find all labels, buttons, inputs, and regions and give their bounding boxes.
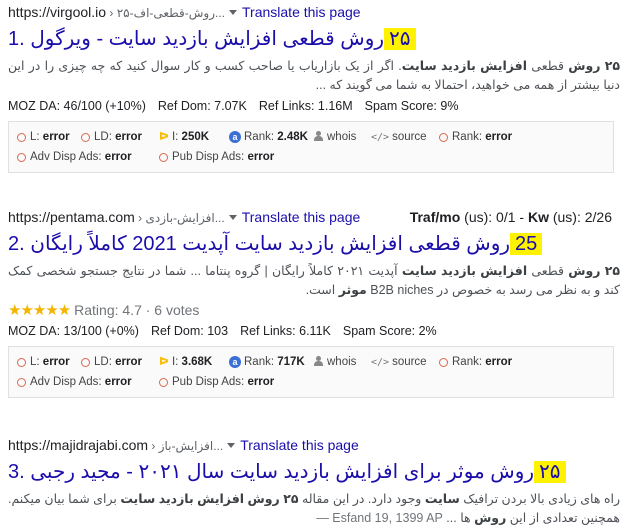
whois-link[interactable]: whois [314, 352, 356, 372]
result-url[interactable]: https://majidrajabi.com [8, 437, 148, 453]
result-title-text[interactable]: ۲۵روش موثر برای افزایش بازدید سایت سال ۲… [30, 461, 566, 483]
result-title-label: روش موثر برای افزایش بازدید سایت سال ۲۰۲… [30, 461, 535, 483]
alexa-icon: a [229, 131, 241, 143]
circle-icon [439, 133, 448, 142]
bing-icon: ᐅ [159, 356, 169, 368]
result-title-label: روش قطعی افزایش بازدید سایت آپدیت 2021 ک… [30, 233, 511, 255]
metric-ld[interactable]: LD: error [81, 127, 142, 147]
metric-index[interactable]: ᐅ I: 3.68K [159, 352, 212, 372]
metric-ld[interactable]: LD: error [81, 352, 142, 372]
result-breadcrumb: › افزایش-باز... [148, 439, 224, 453]
circle-icon [17, 358, 26, 367]
result-title-text[interactable]: ۲۵روش قطعی افزایش بازدید سایت - ویرگول [30, 28, 416, 50]
moz-ref-links: Ref Links: 1.16M [258, 99, 353, 113]
result-breadcrumb: › افزایش-بازدی... [134, 211, 225, 225]
result-url-row: https://virgool.io › ۲۵-روش-قطعی-اف... Tr… [8, 2, 620, 22]
chevron-down-icon[interactable] [228, 215, 237, 221]
result-number: 2. [8, 233, 25, 255]
metric-adv-disp-ads[interactable]: Adv Disp Ads: error [17, 372, 132, 392]
traffic-stats: Traf/mo (us): 0/1 - Kw (us): 2/26 [409, 209, 612, 225]
metric-pub-disp-ads[interactable]: Pub Disp Ads: error [159, 372, 274, 392]
circle-icon [81, 358, 90, 367]
result-date: Esfand 19, 1399 AP — [316, 511, 443, 525]
circle-icon [159, 378, 168, 387]
circle-icon [17, 133, 26, 142]
code-icon: </> [371, 132, 390, 143]
seo-metrics-box: L: error LD: error ᐅ I: 3.68K a Rank: 717K… [8, 346, 614, 398]
result-number: 1. [8, 28, 25, 50]
moz-metrics: MOZ DA: 46/100 (+10%) Ref Dom: 7.07K Ref L… [8, 95, 620, 117]
metric-index[interactable]: ᐅ I: 250K [159, 127, 209, 147]
result-title-label: روش قطعی افزایش بازدید سایت - ویرگول [30, 28, 385, 50]
moz-spam-score: Spam Score: 2% [342, 324, 437, 338]
translate-link[interactable]: Translate this page [242, 209, 361, 225]
rating-text: Rating: 4.7 · 6 votes [74, 302, 200, 318]
metric-rank-2[interactable]: Rank: error [439, 127, 512, 147]
result-url-row: https://majidrajabi.com › افزایش-باز... T… [8, 435, 620, 455]
metric-adv-disp-ads[interactable]: Adv Disp Ads: error [17, 147, 132, 167]
highlight-number: ۲۵ [384, 28, 416, 50]
moz-ref-links: Ref Links: 6.11K [240, 324, 331, 338]
source-link[interactable]: </> source [371, 352, 427, 372]
chevron-down-icon[interactable] [229, 10, 238, 16]
result-snippet: ۲۵ روش قطعی افزایش بازدید سایت. اگر از ی… [8, 59, 620, 92]
circle-icon [17, 378, 26, 387]
metric-rank[interactable]: a Rank: 717K [229, 352, 305, 372]
result-title[interactable]: 3. ۲۵روش موثر برای افزایش بازدید سایت سا… [8, 457, 620, 487]
circle-icon [17, 153, 26, 162]
rating-row: ★★★★★ Rating: 4.7 · 6 votes [8, 300, 620, 320]
moz-ref-dom: Ref Dom: 103 [150, 324, 229, 338]
result-snippet-text: راه های زیادی بالا بردن ترافیک سایت وجود… [8, 492, 620, 525]
moz-da: MOZ DA: 46/100 (+10%) [8, 99, 146, 113]
person-icon [314, 131, 323, 141]
result-title[interactable]: 2. 25روش قطعی افزایش بازدید سایت آپدیت 2… [8, 229, 620, 259]
search-result-1: https://virgool.io › ۲۵-روش-قطعی-اف... Tr… [8, 2, 620, 173]
seo-metrics-box: L: error LD: error ᐅ I: 250K a Rank: 2.48K… [8, 121, 614, 173]
alexa-icon: a [229, 356, 241, 368]
result-number: 3. [8, 461, 25, 483]
moz-metrics: MOZ DA: 13/100 (+0%) Ref Dom: 103 Ref Link… [8, 320, 620, 342]
bing-icon: ᐅ [159, 131, 169, 143]
metric-l[interactable]: L: error [17, 352, 70, 372]
metric-pub-disp-ads[interactable]: Pub Disp Ads: error [159, 147, 274, 167]
source-link[interactable]: </> source [371, 127, 427, 147]
search-result-2: https://pentama.com › افزایش-بازدی... Tra… [8, 207, 620, 398]
search-result-3: https://majidrajabi.com › افزایش-باز... T… [8, 435, 620, 528]
person-icon [314, 356, 323, 366]
translate-link[interactable]: Translate this page [242, 4, 361, 20]
translate-link[interactable]: Translate this page [240, 437, 359, 453]
result-snippet: راه های زیادی بالا بردن ترافیک سایت وجود… [8, 490, 620, 528]
star-rating-icon: ★★★★★ [8, 302, 71, 319]
result-breadcrumb: › ۲۵-روش-قطعی-اف... [106, 6, 226, 20]
whois-link[interactable]: whois [314, 127, 356, 147]
result-url-row: https://pentama.com › افزایش-بازدی... Tra… [8, 207, 620, 227]
result-title-text[interactable]: 25روش قطعی افزایش بازدید سایت آپدیت 2021… [30, 233, 543, 255]
metric-rank-2[interactable]: Rank: error [439, 352, 512, 372]
result-title[interactable]: 1. ۲۵روش قطعی افزایش بازدید سایت - ویرگو… [8, 24, 620, 54]
circle-icon [439, 358, 448, 367]
result-snippet: ۲۵ روش قطعی افزایش بازدید سایت آپدیت ۲۰۲… [8, 264, 620, 297]
highlight-number: 25 [510, 233, 543, 255]
chevron-down-icon[interactable] [227, 443, 236, 449]
metric-rank[interactable]: a Rank: 2.48K [229, 127, 308, 147]
result-url[interactable]: https://pentama.com [8, 209, 135, 225]
circle-icon [81, 133, 90, 142]
highlight-number: ۲۵ [534, 461, 566, 483]
moz-da: MOZ DA: 13/100 (+0%) [8, 324, 139, 338]
result-url[interactable]: https://virgool.io [8, 4, 106, 20]
moz-ref-dom: Ref Dom: 7.07K [157, 99, 247, 113]
metric-l[interactable]: L: error [17, 127, 70, 147]
code-icon: </> [371, 357, 390, 368]
circle-icon [159, 153, 168, 162]
moz-spam-score: Spam Score: 9% [364, 99, 459, 113]
